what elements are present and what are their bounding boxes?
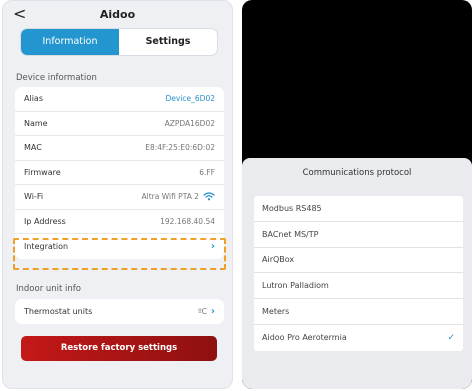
- top-bar: < Aidoo: [3, 1, 232, 29]
- row-mac: MAC E8:4F:25:E0:6D:02: [15, 136, 224, 161]
- wifi-icon: [203, 192, 215, 201]
- row-label: Name: [24, 118, 48, 128]
- row-label: Alias: [24, 94, 43, 104]
- device-info-screen: < Aidoo Information Settings Device info…: [2, 0, 233, 389]
- checkmark-icon: ✓: [447, 332, 455, 343]
- row-alias[interactable]: Alias Device_6D02: [15, 87, 224, 112]
- option-label: BACnet MS/TP: [262, 229, 319, 239]
- row-label: Integration: [24, 241, 69, 251]
- option-airqbox[interactable]: AirQBox: [254, 248, 463, 274]
- row-label: Firmware: [24, 167, 61, 177]
- firmware-value: 6.FF: [199, 167, 215, 177]
- tab-bar: Information Settings: [21, 29, 217, 55]
- row-label: Ip Address: [24, 216, 66, 226]
- indoor-unit-card: Thermostat units ºC ›: [15, 299, 224, 324]
- row-thermostat-units[interactable]: Thermostat units ºC ›: [15, 299, 224, 324]
- row-label: Thermostat units: [24, 306, 93, 316]
- bottom-sheet: Communications protocol Modbus RS485 BAC…: [242, 158, 472, 389]
- row-label: MAC: [24, 143, 42, 153]
- page-title: Aidoo: [99, 8, 136, 21]
- wifi-value-group: Altra Wifi PTA 2: [142, 192, 215, 201]
- device-information-label: Device information: [16, 73, 97, 83]
- mac-value: E8:4F:25:E0:6D:02: [145, 143, 215, 153]
- alias-value: Device_6D02: [165, 94, 216, 104]
- chevron-right-icon: ›: [210, 305, 215, 317]
- wifi-network-name: Altra Wifi PTA 2: [141, 192, 199, 202]
- row-wifi: Wi-Fi Altra Wifi PTA 2: [15, 185, 224, 210]
- name-value: AZPDA16D02: [164, 118, 215, 128]
- option-label: Lutron Palladiom: [262, 281, 329, 291]
- sheet-title: Communications protocol: [302, 168, 412, 178]
- ip-address-value: 192.168.40.54: [160, 216, 215, 226]
- indoor-unit-info-label: Indoor unit info: [16, 284, 81, 294]
- restore-factory-settings-button[interactable]: Restore factory settings: [21, 336, 217, 361]
- option-label: AirQBox: [262, 255, 295, 265]
- option-bacnet-ms-tp[interactable]: BACnet MS/TP: [254, 222, 463, 248]
- option-lutron-palladiom[interactable]: Lutron Palladiom: [254, 273, 463, 300]
- option-label: Aidoo Pro Aerotermia: [262, 333, 347, 343]
- protocol-options-list: Modbus RS485 BACnet MS/TP AirQBox Lutron…: [254, 196, 463, 351]
- row-firmware: Firmware 6.FF: [15, 161, 224, 185]
- option-modbus-rs485[interactable]: Modbus RS485: [254, 196, 463, 222]
- thermostat-units-value: ºC: [198, 306, 207, 316]
- row-label: Wi-Fi: [24, 192, 44, 202]
- device-information-card: Alias Device_6D02 Name AZPDA16D02 MAC E8…: [15, 87, 224, 259]
- tab-information[interactable]: Information: [21, 29, 119, 55]
- option-meters[interactable]: Meters: [254, 299, 463, 325]
- row-integration[interactable]: Integration ›: [15, 234, 224, 259]
- option-label: Meters: [262, 307, 290, 317]
- tab-settings[interactable]: Settings: [119, 29, 217, 55]
- row-ip-address: Ip Address 192.168.40.54: [15, 210, 224, 234]
- option-aidoo-pro-aerotermia[interactable]: Aidoo Pro Aerotermia ✓: [254, 325, 463, 351]
- thermostat-units-value-group: ºC ›: [198, 306, 215, 317]
- row-name: Name AZPDA16D02: [15, 112, 224, 136]
- option-label: Modbus RS485: [262, 203, 322, 213]
- chevron-right-icon: ›: [210, 240, 215, 252]
- protocol-picker-screen: Communications protocol Modbus RS485 BAC…: [242, 0, 472, 389]
